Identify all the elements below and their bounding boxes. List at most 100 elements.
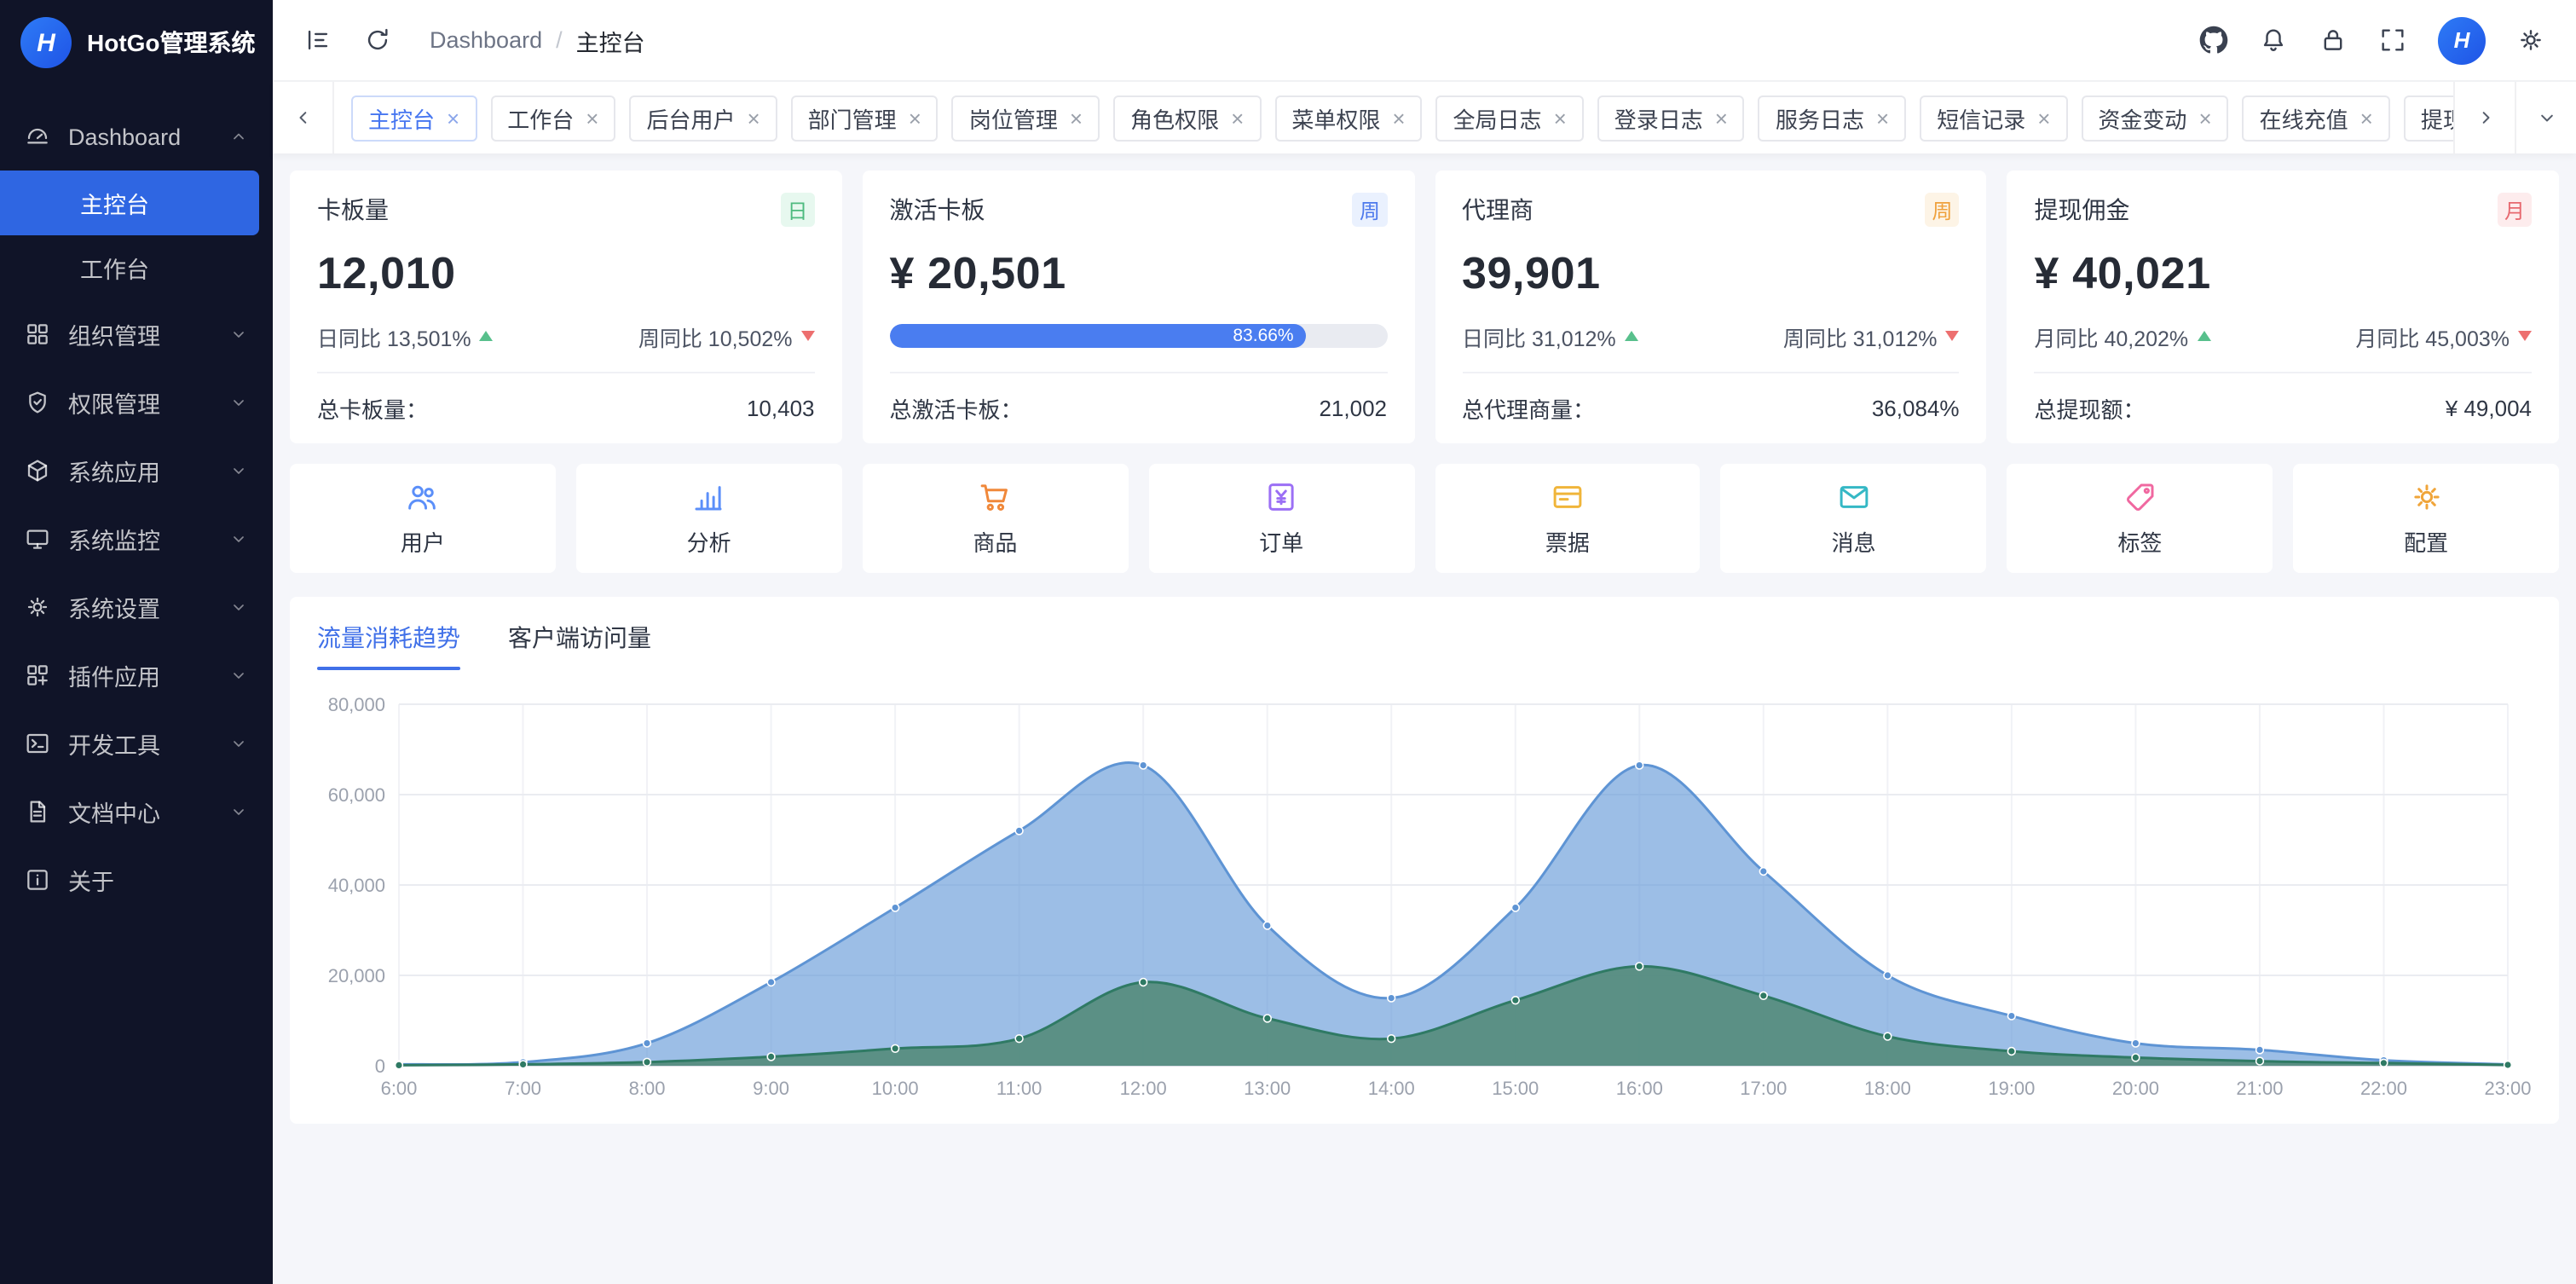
- tab-admin-users[interactable]: 后台用户×: [629, 95, 777, 141]
- stat-title: 提现佣金: [2035, 193, 2130, 227]
- sidebar-item-permission[interactable]: 权限管理: [0, 368, 273, 437]
- trend-down-icon: [2518, 331, 2532, 341]
- tab-workbench[interactable]: 工作台 ×: [490, 95, 615, 141]
- close-icon[interactable]: ×: [1715, 107, 1728, 129]
- tabs-scroll-left-icon[interactable]: [273, 82, 334, 153]
- sidebar-item-organization[interactable]: 组织管理: [0, 300, 273, 368]
- tab-sms-log[interactable]: 短信记录×: [1920, 95, 2067, 141]
- sidebar-item-plugins[interactable]: 插件应用: [0, 641, 273, 709]
- shortcut-label: 订单: [1259, 525, 1303, 558]
- sidebar-item-dashboard[interactable]: Dashboard: [0, 102, 273, 171]
- tab-label: 菜单权限: [1291, 101, 1380, 134]
- shortcut-config[interactable]: 配置: [2293, 464, 2559, 573]
- ticket-icon: [1550, 479, 1585, 515]
- tab-label: 部门管理: [808, 101, 897, 134]
- tab-label: 服务日志: [1776, 101, 1864, 134]
- chevron-down-icon: [228, 324, 249, 344]
- shortcut-messages[interactable]: 消息: [1721, 464, 1987, 573]
- shortcut-users[interactable]: 用户: [290, 464, 556, 573]
- svg-text:0: 0: [375, 1056, 385, 1077]
- info-icon: [24, 866, 51, 894]
- breadcrumb-current: 主控台: [576, 23, 645, 57]
- menu-fold-icon[interactable]: [303, 26, 332, 55]
- close-icon[interactable]: ×: [1554, 107, 1567, 129]
- tab-funds[interactable]: 资金变动×: [2081, 95, 2228, 141]
- tab-withdraw[interactable]: 提现管理×: [2404, 95, 2453, 141]
- sidebar-item-system-settings[interactable]: 系统设置: [0, 573, 273, 641]
- close-icon[interactable]: ×: [747, 107, 760, 129]
- close-icon[interactable]: ×: [909, 107, 921, 129]
- tab-recharge[interactable]: 在线充值×: [2243, 95, 2390, 141]
- tab-console[interactable]: 主控台 ×: [351, 95, 477, 141]
- shortcut-label: 票据: [1545, 525, 1590, 558]
- shortcut-analysis[interactable]: 分析: [576, 464, 842, 573]
- chevron-down-icon: [228, 801, 249, 822]
- tab-menus[interactable]: 菜单权限 ×: [1274, 95, 1422, 141]
- svg-text:14:00: 14:00: [1368, 1078, 1415, 1099]
- chart-tab-traffic-trend[interactable]: 流量消耗趋势: [317, 621, 460, 670]
- refresh-icon[interactable]: [363, 26, 392, 55]
- sidebar-item-docs[interactable]: 文档中心: [0, 778, 273, 846]
- tab-label: 主控台: [368, 101, 435, 134]
- tab-positions[interactable]: 岗位管理 ×: [952, 95, 1100, 141]
- close-icon[interactable]: ×: [2360, 107, 2373, 129]
- sidebar-item-console[interactable]: 主控台: [0, 171, 259, 235]
- tab-strip: 主控台×工作台×后台用户×部门管理×岗位管理×角色权限×菜单权限×全局日志×登录…: [334, 82, 2453, 153]
- header: Dashboard / 主控台 H: [273, 0, 2576, 82]
- stat-card-card-volume: 卡板量 日 12,010 日同比 13,501% 周同比 10,502% 总卡板…: [290, 171, 842, 443]
- close-icon[interactable]: ×: [1876, 107, 1889, 129]
- breadcrumb-root[interactable]: Dashboard: [430, 27, 542, 53]
- fullscreen-icon[interactable]: [2378, 26, 2407, 55]
- stat-title: 卡板量: [317, 193, 389, 227]
- stat-card-withdraw-commission: 提现佣金 月 ¥ 40,021 月同比 40,202% 月同比 45,003% …: [2007, 171, 2560, 443]
- svg-text:10:00: 10:00: [872, 1078, 919, 1099]
- tab-label: 岗位管理: [969, 101, 1058, 134]
- close-icon[interactable]: ×: [1070, 107, 1083, 129]
- trend-right: 周同比 10,502%: [638, 320, 815, 352]
- close-icon[interactable]: ×: [447, 107, 459, 129]
- sidebar-item-about[interactable]: 关于: [0, 846, 273, 914]
- avatar[interactable]: H: [2438, 16, 2486, 64]
- tab-service-log[interactable]: 服务日志 ×: [1759, 95, 1906, 141]
- tabs-dropdown-icon[interactable]: [2515, 82, 2576, 153]
- order-icon: [1263, 479, 1299, 515]
- traffic-trend-chart: 020,00040,00060,00080,0006:007:008:009:0…: [317, 687, 2532, 1110]
- svg-text:22:00: 22:00: [2360, 1078, 2407, 1099]
- shortcut-invoices[interactable]: 票据: [1435, 464, 1701, 573]
- tab-global-log[interactable]: 全局日志×: [1436, 95, 1584, 141]
- tab-label: 工作台: [507, 101, 574, 134]
- sidebar-item-system-apps[interactable]: 系统应用: [0, 437, 273, 505]
- progress-bar: 83.66%: [890, 324, 1388, 348]
- close-icon[interactable]: ×: [1231, 107, 1244, 129]
- sidebar-item-system-monitor[interactable]: 系统监控: [0, 505, 273, 573]
- tab-departments[interactable]: 部门管理 ×: [791, 95, 939, 141]
- tab-roles[interactable]: 角色权限×: [1113, 95, 1261, 141]
- shortcut-tags[interactable]: 标签: [2007, 464, 2273, 573]
- chart-card: 流量消耗趋势客户端访问量 020,00040,00060,00080,0006:…: [290, 597, 2559, 1124]
- bell-icon[interactable]: [2259, 26, 2288, 55]
- tab-login-log[interactable]: 登录日志×: [1597, 95, 1745, 141]
- chart-tab-client-visits[interactable]: 客户端访问量: [508, 621, 651, 670]
- sidebar-item-devtools[interactable]: 开发工具: [0, 709, 273, 778]
- breadcrumb: Dashboard / 主控台: [430, 23, 645, 57]
- gear-icon[interactable]: [2516, 26, 2545, 55]
- close-icon[interactable]: ×: [2037, 107, 2050, 129]
- shortcut-label: 标签: [2117, 525, 2162, 558]
- github-icon[interactable]: [2199, 26, 2228, 55]
- header-trailing-icons: [2516, 26, 2545, 55]
- close-icon[interactable]: ×: [586, 107, 598, 129]
- sidebar-item-label: 组织管理: [68, 317, 211, 351]
- close-icon[interactable]: ×: [2198, 107, 2211, 129]
- close-icon[interactable]: ×: [1392, 107, 1405, 129]
- svg-text:60,000: 60,000: [328, 784, 385, 806]
- shortcut-goods[interactable]: 商品: [863, 464, 1129, 573]
- tag-icon: [2122, 479, 2157, 515]
- tabs-scroll-right-icon[interactable]: [2453, 82, 2515, 153]
- lock-icon[interactable]: [2319, 26, 2348, 55]
- sidebar-item-workbench[interactable]: 工作台: [0, 235, 273, 300]
- gear-icon: [24, 593, 51, 621]
- app-logo[interactable]: H HotGo管理系统: [0, 0, 273, 85]
- shortcut-orders[interactable]: 订单: [1148, 464, 1414, 573]
- stat-card-agents: 代理商 周 39,901 日同比 31,012% 周同比 31,012% 总代理…: [1435, 171, 1987, 443]
- svg-text:20,000: 20,000: [328, 965, 385, 986]
